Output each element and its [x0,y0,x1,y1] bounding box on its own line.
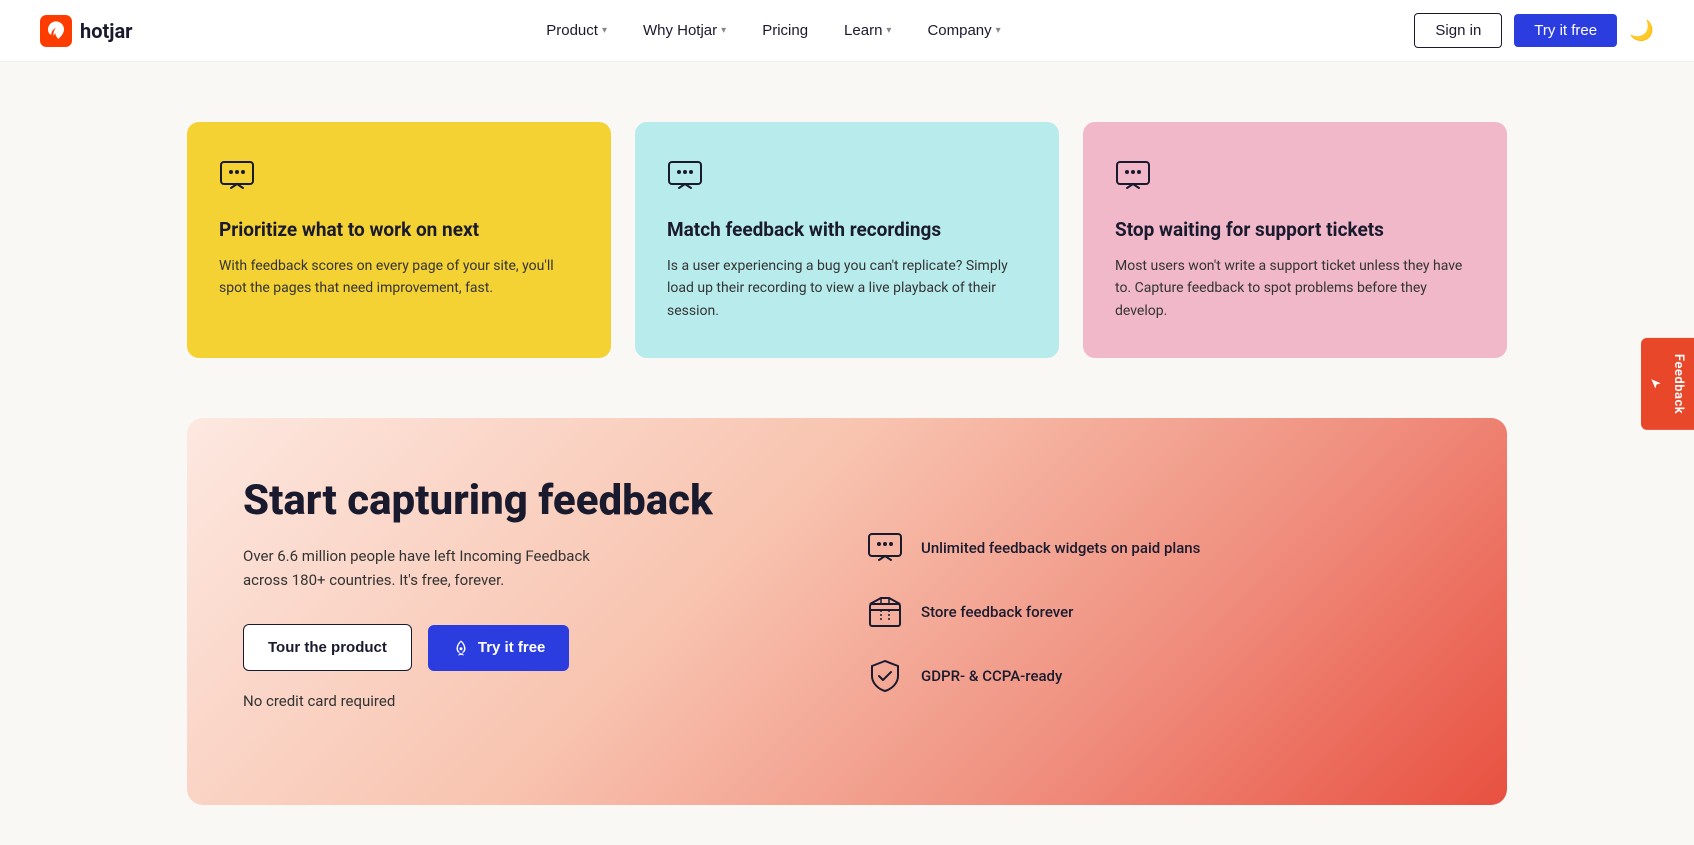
nav-why-hotjar[interactable]: Why Hotjar ▾ [629,14,740,47]
dark-mode-toggle[interactable]: 🌙 [1629,18,1654,43]
cta-section: Start capturing feedback Over 6.6 millio… [187,418,1507,805]
feedback-label: Feedback [1671,354,1686,414]
cta-subtext: Over 6.6 million people have left Incomi… [243,544,623,592]
feature-item-widgets: Unlimited feedback widgets on paid plans [867,530,1451,566]
feature-item-store: Store feedback forever [867,594,1451,630]
cta-heading: Start capturing feedback [243,478,827,524]
nav-learn[interactable]: Learn ▾ [830,14,905,47]
widget-icon [867,530,903,566]
nav-product[interactable]: Product ▾ [532,14,621,47]
shield-check-icon [867,658,903,694]
card-prioritize: Prioritize what to work on next With fee… [187,122,611,358]
try-free-button[interactable]: Try it free [428,625,570,671]
tour-product-button[interactable]: Tour the product [243,624,412,671]
card-support: Stop waiting for support tickets Most us… [1083,122,1507,358]
card-description: Is a user experiencing a bug you can't r… [667,255,1027,322]
chevron-down-icon: ▾ [886,25,891,36]
logo-text: hotjar [80,19,133,43]
feedback-icon [1115,158,1475,198]
nav-actions: Sign in Try it free 🌙 [1414,13,1654,48]
feature-label: Unlimited feedback widgets on paid plans [921,539,1200,557]
nav-links: Product ▾ Why Hotjar ▾ Pricing Learn ▾ C… [532,14,1014,47]
feature-item-gdpr: GDPR- & CCPA-ready [867,658,1451,694]
nav-pricing[interactable]: Pricing [748,14,822,47]
cta-buttons: Tour the product Try it free [243,624,827,671]
card-title: Match feedback with recordings [667,218,1027,241]
no-credit-text: No credit card required [243,689,623,713]
feedback-icon [219,158,579,198]
chevron-down-icon: ▾ [721,25,726,36]
try-it-free-button[interactable]: Try it free [1514,14,1617,47]
cta-left: Start capturing feedback Over 6.6 millio… [243,478,827,745]
navbar: hotjar Product ▾ Why Hotjar ▾ Pricing Le… [0,0,1694,62]
cursor-icon [1649,377,1663,391]
feature-label: GDPR- & CCPA-ready [921,667,1062,685]
feature-cards: Prioritize what to work on next With fee… [187,122,1507,358]
cta-features: Unlimited feedback widgets on paid plans… [867,530,1451,694]
main-content: Prioritize what to work on next With fee… [147,62,1547,845]
logo[interactable]: hotjar [40,15,133,47]
card-title: Prioritize what to work on next [219,218,579,241]
feedback-icon [667,158,1027,198]
card-title: Stop waiting for support tickets [1115,218,1475,241]
chevron-down-icon: ▾ [602,25,607,36]
hotjar-logo-icon [40,15,72,47]
rocket-icon [452,639,470,657]
card-description: With feedback scores on every page of yo… [219,255,579,300]
card-description: Most users won't write a support ticket … [1115,255,1475,322]
card-recordings: Match feedback with recordings Is a user… [635,122,1059,358]
chevron-down-icon: ▾ [996,25,1001,36]
box-icon [867,594,903,630]
signin-button[interactable]: Sign in [1414,13,1502,48]
feedback-sidebar[interactable]: Feedback [1641,338,1694,430]
feature-label: Store feedback forever [921,603,1073,621]
nav-company[interactable]: Company ▾ [913,14,1014,47]
